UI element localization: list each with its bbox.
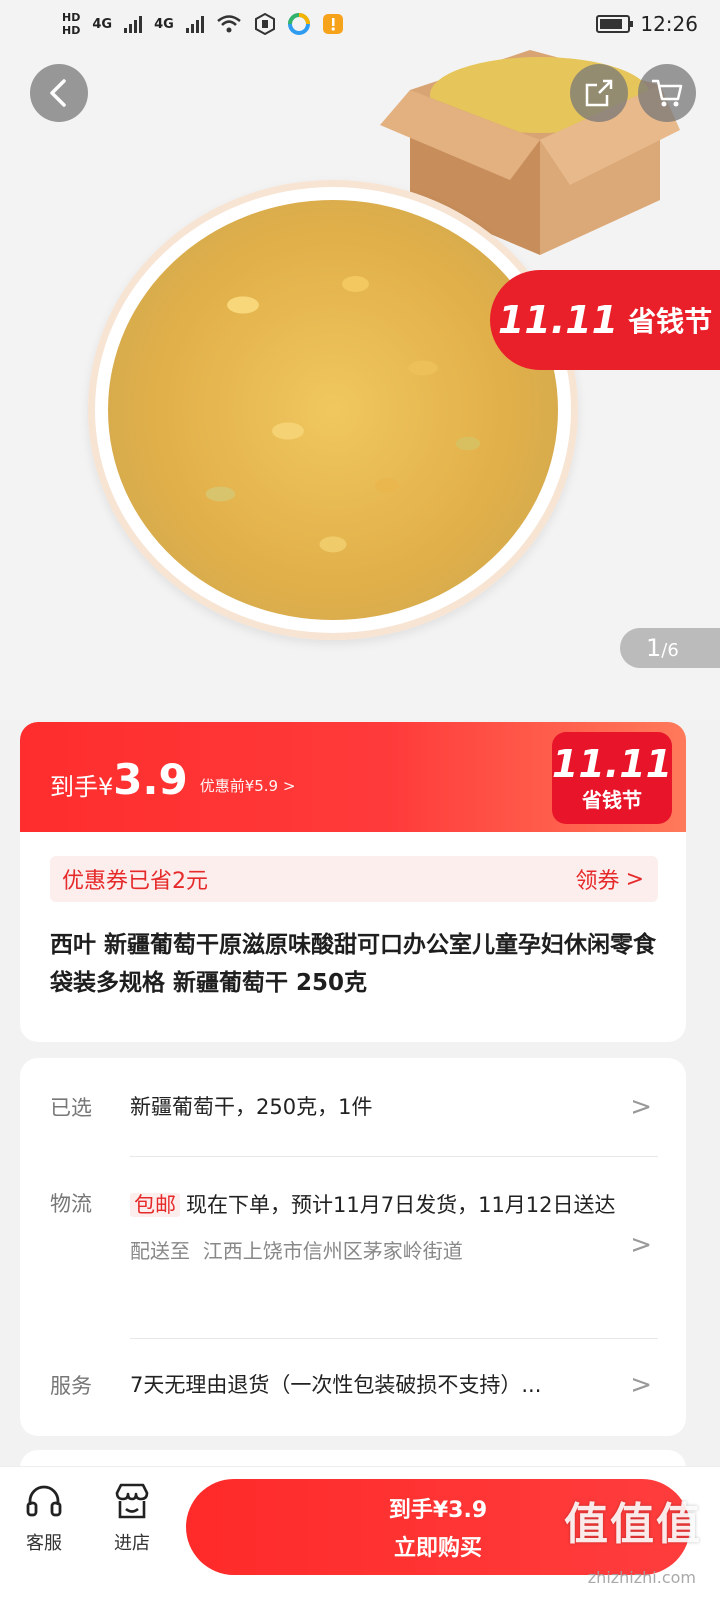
raisins-image [108,200,558,620]
address-text: 江西上饶市信州区茅家岭街道 [202,1239,463,1263]
status-bar: HD HD 4G 4G 12:26 [0,0,720,48]
back-button[interactable] [30,64,88,122]
colorful-app-icon [287,13,310,35]
banner-badge-1111: 11.11 省钱节 [552,732,672,824]
page-total: /6 [661,639,679,661]
enter-store-button[interactable]: 进店 [92,1481,172,1555]
price-prefix: 到手¥ [50,772,114,801]
divider [130,1156,658,1157]
service-label: 服务 [50,1374,92,1398]
service-value: 7天无理由退货（一次性包装破损不支持）... [130,1373,542,1397]
service-row[interactable]: 服务 7天无理由退货（一次性包装破损不支持）... > [50,1370,658,1400]
logistics-row[interactable]: 物流 包邮 现在下单，预计11月7日发货，11月12日送达 配送至 江西上饶市信州… [50,1188,658,1268]
cart-button[interactable] [638,64,696,122]
watermark-logo: 值值值 [564,1499,702,1550]
headset-icon [26,1485,62,1517]
delivery-address: 配送至 江西上饶市信州区茅家岭街道 [130,1234,658,1268]
buy-price-label: 到手¥3.9 [388,1498,488,1523]
signal-icon-2 [185,15,204,33]
sim1-label: HD [62,11,81,24]
store-icon [115,1483,149,1519]
customer-service-label: 客服 [26,1533,62,1554]
watermark-url: zhizhizhi.com [587,1568,696,1587]
address-prefix: 配送至 [130,1239,190,1263]
status-right: 12:26 [596,12,698,36]
promo-label: 省钱节 [628,305,713,338]
price-title-card: 到手¥ 3.9 优惠前¥5.9 > 11.11 省钱节 优惠券已省2元 领券 >… [20,722,686,1042]
share-icon [585,79,613,107]
badge-1111-text: 11.11 [551,741,673,786]
wifi-icon [216,15,241,33]
clock: 12:26 [640,12,698,36]
chevron-left-icon [50,79,66,107]
selected-label: 已选 [50,1096,92,1120]
chevron-right-icon: > [630,1092,652,1122]
chevron-right-icon: > [630,1370,652,1400]
get-coupon-button[interactable]: 领券 > [576,863,644,895]
cart-icon [652,79,683,107]
network2-label: 4G [154,16,174,32]
free-shipping-badge: 包邮 [130,1193,180,1217]
price-before-link[interactable]: 优惠前¥5.9 > [200,775,296,796]
battery-icon [596,15,634,33]
enter-store-label: 进店 [114,1533,150,1554]
promo-1111-text: 11.11 [497,298,619,342]
price-value: 3.9 [113,754,188,804]
chevron-right-icon: > [625,866,644,892]
page-current: 1 [646,634,662,662]
logistics-label: 物流 [50,1192,92,1216]
product-title: 西叶 新疆葡萄干原滋原味酸甜可口办公室儿童孕妇休闲零食袋装多规格 新疆葡萄干 2… [50,932,657,996]
chevron-right-icon: > [630,1230,652,1260]
price-banner: 到手¥ 3.9 优惠前¥5.9 > 11.11 省钱节 [20,722,686,832]
sim-indicator: HD HD [62,11,80,37]
selected-value: 新疆葡萄干，250克，1件 [130,1095,373,1119]
product-image-carousel[interactable]: HD HD 4G 4G 12:26 11.11 省钱节 1 /6 [0,0,720,720]
coupon-row[interactable]: 优惠券已省2元 领券 > [50,856,658,902]
buy-now-label: 立即购买 [393,1536,482,1561]
get-coupon-label: 领券 [575,869,620,894]
selected-spec-row[interactable]: 已选 新疆葡萄干，250克，1件 > [50,1092,658,1122]
logistics-content: 包邮 现在下单，预计11月7日发货，11月12日送达 配送至 江西上饶市信州区茅家… [130,1188,658,1268]
notification-app-icon [322,14,343,34]
logistics-value: 现在下单，预计11月7日发货，11月12日送达 [186,1193,616,1217]
signal-icon [124,15,143,33]
share-button[interactable] [570,64,628,122]
divider [130,1338,658,1339]
status-left: HD HD 4G 4G [62,11,344,37]
sim2-label: HD [62,24,81,37]
network1-label: 4G [92,16,113,32]
badge-label: 省钱节 [582,787,642,812]
image-page-indicator: 1 /6 [620,628,720,668]
product-info-card: 已选 新疆葡萄干，250克，1件 > 物流 包邮 现在下单，预计11月7日发货，1… [20,1058,686,1436]
hand-icon [254,13,275,35]
promo-tag-1111: 11.11 省钱节 [490,270,720,370]
coupon-text: 优惠券已省2元 [62,869,208,894]
customer-service-button[interactable]: 客服 [4,1481,84,1555]
